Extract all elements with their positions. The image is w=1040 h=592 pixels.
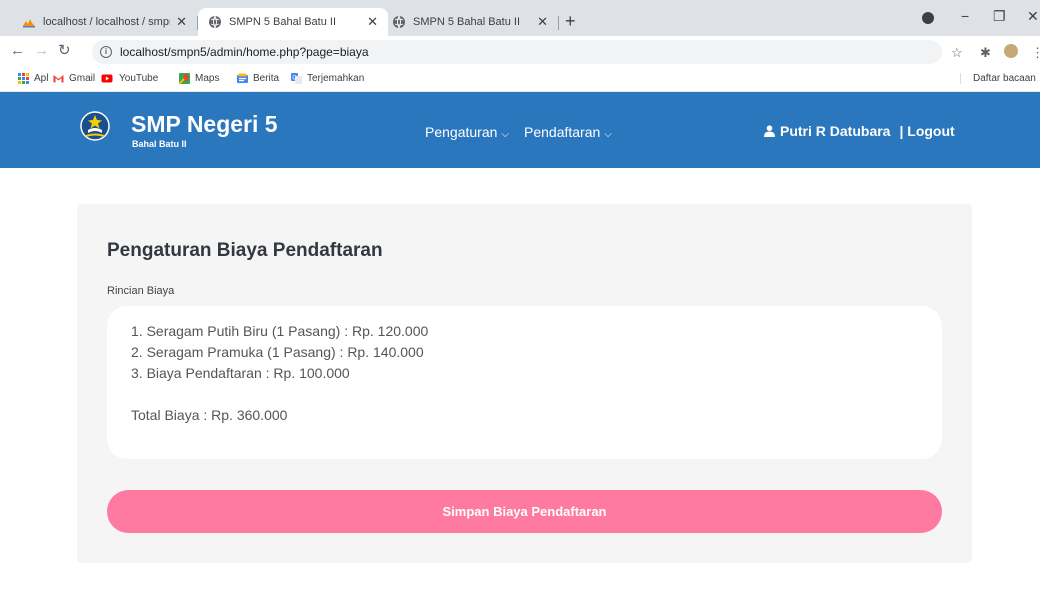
translate-icon: G: [291, 73, 302, 84]
user-icon: [764, 125, 775, 137]
globe-icon: [209, 15, 221, 29]
tab-search-icon[interactable]: [922, 12, 934, 24]
minimize-button[interactable]: −: [961, 8, 969, 24]
bookmark-berita[interactable]: Berita: [237, 73, 279, 84]
bookmark-youtube[interactable]: YouTube: [100, 73, 158, 84]
tut-wuri-handayani-logo[interactable]: [80, 110, 110, 142]
bookmark-label: YouTube: [119, 73, 159, 84]
browser-tab-smpn5-active[interactable]: SMPN 5 Bahal Batu II ✕: [198, 8, 388, 36]
close-tab-icon[interactable]: ✕: [537, 14, 548, 30]
apps-grid-icon: [18, 73, 29, 84]
bookmark-maps[interactable]: Maps: [179, 73, 219, 84]
fee-details-textarea[interactable]: 1. Seragam Putih Biru (1 Pasang) : Rp. 1…: [107, 306, 942, 459]
chevron-down-icon: ⌵: [501, 129, 509, 140]
bookmark-label: Apl: [34, 73, 49, 84]
page-title: Pengaturan Biaya Pendaftaran: [107, 240, 383, 261]
save-fee-button[interactable]: Simpan Biaya Pendaftaran: [107, 490, 942, 533]
news-icon: [237, 73, 248, 83]
browser-tab-strip: localhost / localhost / smpn5 / s ✕ SMPN…: [0, 0, 1040, 36]
fee-line-item: 2. Seragam Pramuka (1 Pasang) : Rp. 140.…: [131, 344, 424, 360]
bookmark-terjemahkan[interactable]: G Terjemahkan: [291, 73, 364, 84]
maps-icon: [179, 73, 190, 84]
phpmyadmin-icon: [23, 19, 35, 28]
browser-menu-icon[interactable]: ⋮: [1031, 45, 1040, 61]
forward-arrow-icon[interactable]: →: [34, 42, 49, 60]
svg-text:G: G: [292, 75, 297, 81]
bookmark-apps[interactable]: Apl: [18, 73, 48, 84]
youtube-icon: [101, 74, 113, 83]
back-arrow-icon[interactable]: ←: [10, 42, 25, 60]
tab-title: SMPN 5 Bahal Batu II: [413, 16, 520, 28]
fee-line-item: 3. Biaya Pendaftaran : Rp. 100.000: [131, 365, 350, 381]
url-text: localhost/smpn5/admin/home.php?page=biay…: [120, 45, 369, 59]
profile-avatar[interactable]: [1004, 44, 1018, 58]
bookmark-gmail[interactable]: Gmail: [53, 73, 95, 84]
extensions-puzzle-icon[interactable]: ✱: [980, 45, 991, 61]
fee-settings-card: Pengaturan Biaya Pendaftaran Rincian Bia…: [77, 204, 972, 563]
bookmark-label: Gmail: [69, 73, 96, 84]
close-window-button[interactable]: ✕: [1027, 8, 1039, 25]
nav-label: Pengaturan: [425, 124, 498, 140]
reload-icon[interactable]: ↻: [58, 42, 71, 60]
close-tab-icon[interactable]: ✕: [176, 14, 187, 30]
bookmark-label: Maps: [195, 73, 220, 84]
nav-label: Pendaftaran: [524, 124, 601, 140]
new-tab-button[interactable]: +: [565, 12, 576, 30]
fee-details-label: Rincian Biaya: [107, 285, 175, 297]
user-name[interactable]: Putri R Datubara: [780, 123, 890, 139]
logout-link[interactable]: | Logout: [899, 123, 954, 139]
globe-icon: [393, 15, 405, 29]
site-header: SMP Negeri 5 Bahal Batu II Pengaturan ⌵ P…: [0, 92, 1040, 168]
close-tab-icon[interactable]: ✕: [367, 14, 378, 30]
site-subtitle: Bahal Batu II: [132, 139, 187, 149]
tab-divider: [558, 16, 559, 30]
bookmark-label: Terjemahkan: [307, 73, 365, 84]
tab-title: SMPN 5 Bahal Batu II: [229, 16, 336, 28]
bookmarks-bar: Apl Gmail YouTube Maps Berita G Terjemah…: [0, 68, 1040, 92]
bookmark-star-icon[interactable]: ☆: [951, 45, 963, 61]
site-title[interactable]: SMP Negeri 5: [131, 111, 278, 138]
maximize-button[interactable]: ❐: [993, 8, 1006, 25]
browser-tab-phpmyadmin[interactable]: localhost / localhost / smpn5 / s ✕: [12, 8, 197, 36]
address-bar[interactable]: i localhost/smpn5/admin/home.php?page=bi…: [92, 40, 942, 64]
user-area: Putri R Datubara | Logout: [764, 123, 955, 139]
bookmark-label: Berita: [253, 73, 280, 84]
gmail-icon: [53, 75, 64, 83]
fee-total: Total Biaya : Rp. 360.000: [131, 407, 288, 423]
site-info-icon[interactable]: i: [100, 46, 112, 58]
browser-tab-smpn5[interactable]: SMPN 5 Bahal Batu II ✕: [382, 8, 558, 36]
browser-toolbar: ← → ↻ i localhost/smpn5/admin/home.php?p…: [0, 36, 1040, 68]
reading-list-label: Daftar bacaan: [973, 73, 1036, 84]
nav-pendaftaran-dropdown[interactable]: Pendaftaran ⌵: [524, 124, 612, 140]
fee-line-item: 1. Seragam Putih Biru (1 Pasang) : Rp. 1…: [131, 323, 429, 339]
chevron-down-icon: ⌵: [604, 129, 612, 140]
tab-title: localhost / localhost / smpn5 / s: [43, 16, 170, 28]
reading-list-button[interactable]: Daftar bacaan: [960, 73, 1036, 84]
nav-pengaturan-dropdown[interactable]: Pengaturan ⌵: [425, 124, 509, 140]
